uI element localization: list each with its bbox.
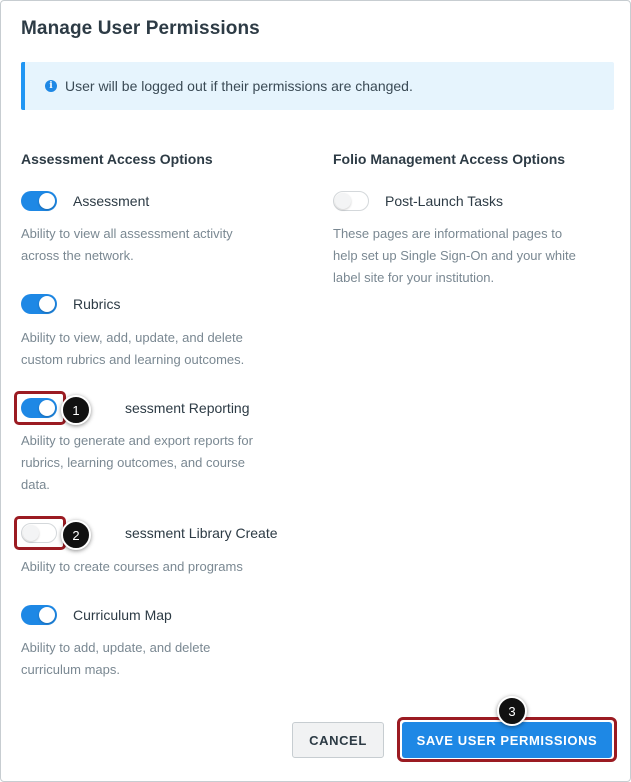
cancel-button[interactable]: CANCEL: [292, 722, 384, 758]
info-banner: i User will be logged out if their permi…: [21, 62, 614, 110]
description-line: label site for your institution.: [333, 270, 495, 285]
description-line: custom rubrics and learning outcomes.: [21, 352, 245, 367]
callout-badge-3: 3: [497, 696, 527, 726]
callout-badge-1: 1: [61, 395, 91, 425]
toggle-knob: [39, 607, 55, 623]
info-icon: i: [45, 80, 57, 92]
description-line: Ability to generate and export reports f…: [21, 433, 253, 448]
toggle-knob: [39, 193, 55, 209]
dialog-title: Manage User Permissions: [21, 18, 260, 39]
description-line: curriculum maps.: [21, 662, 120, 677]
folio-management-heading: Folio Management Access Options: [333, 151, 566, 167]
curriculum-map-description: Ability to add, update, and delete curri…: [21, 637, 210, 681]
description-line: These pages are informational pages to: [333, 226, 563, 241]
highlight-box-2: [14, 516, 66, 550]
assessment-description: Ability to view all assessment activity …: [21, 223, 233, 267]
description-line: rubrics, learning outcomes, and course: [21, 455, 246, 470]
description-line: across the network.: [21, 248, 134, 263]
description-line: Ability to view, add, update, and delete: [21, 330, 243, 345]
assessment-library-create-label: sessment Library Create: [125, 525, 278, 541]
save-user-permissions-button[interactable]: SAVE USER PERMISSIONS: [402, 722, 612, 758]
curriculum-map-permission: Curriculum Map: [21, 605, 172, 625]
info-banner-text: User will be logged out if their permiss…: [65, 78, 413, 94]
highlight-box-1: [14, 391, 66, 425]
post-launch-tasks-toggle[interactable]: [333, 191, 369, 211]
callout-badge-2: 2: [61, 520, 91, 550]
toggle-knob: [335, 193, 351, 209]
description-line: help set up Single Sign-On and your whit…: [333, 248, 576, 263]
rubrics-permission: Rubrics: [21, 294, 120, 314]
assessment-access-heading: Assessment Access Options: [21, 151, 213, 167]
assessment-reporting-description: Ability to generate and export reports f…: [21, 430, 253, 496]
curriculum-map-toggle[interactable]: [21, 605, 57, 625]
assessment-permission: Assessment: [21, 191, 149, 211]
assessment-toggle[interactable]: [21, 191, 57, 211]
post-launch-tasks-description: These pages are informational pages to h…: [333, 223, 576, 289]
assessment-label: Assessment: [73, 193, 150, 209]
rubrics-toggle[interactable]: [21, 294, 57, 314]
description-line: Ability to view all assessment activity: [21, 226, 233, 241]
curriculum-map-label: Curriculum Map: [73, 607, 172, 623]
toggle-knob: [39, 296, 55, 312]
post-launch-tasks-permission: Post-Launch Tasks: [333, 191, 503, 211]
description-line: Ability to add, update, and delete: [21, 640, 211, 655]
rubrics-label: Rubrics: [73, 296, 121, 312]
assessment-library-create-description: Ability to create courses and programs: [21, 556, 243, 578]
manage-permissions-dialog: Manage User Permissions i User will be l…: [0, 0, 631, 782]
description-line: Ability to create courses and programs: [21, 559, 243, 574]
rubrics-description: Ability to view, add, update, and delete…: [21, 327, 244, 371]
description-line: data.: [21, 477, 50, 492]
post-launch-tasks-label: Post-Launch Tasks: [385, 193, 504, 209]
assessment-reporting-label: sessment Reporting: [125, 400, 250, 416]
